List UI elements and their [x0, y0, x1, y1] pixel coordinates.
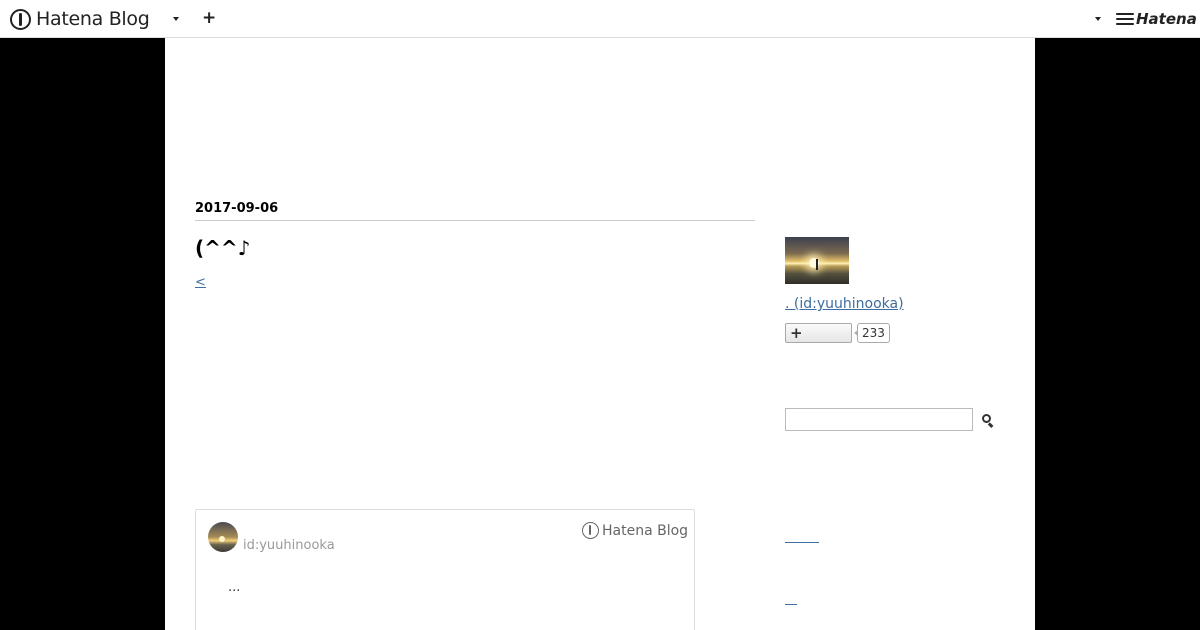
entry-date[interactable]: 2017-09-06 — [195, 201, 278, 216]
brand-name: Hatena Blog — [36, 8, 150, 30]
entry-title[interactable]: (^^♪ — [195, 236, 250, 260]
search-input[interactable] — [785, 408, 973, 431]
card-brand-name: Hatena Blog — [602, 522, 689, 539]
date-divider — [195, 220, 755, 221]
plus-icon: + — [790, 324, 803, 342]
blog-content: 2017-09-06 (^^♪ < id:yuuhinooka Hatena B… — [165, 38, 1035, 630]
hatena-logo-icon — [1116, 12, 1134, 26]
sidebar-link[interactable] — [785, 604, 797, 605]
search-icon[interactable] — [982, 414, 995, 428]
sidebar-link[interactable] — [785, 542, 819, 543]
previous-entry-link[interactable]: < — [195, 275, 206, 290]
hatena-brand-name: Hatena — [1136, 10, 1197, 28]
avatar[interactable] — [208, 522, 238, 552]
follow-button[interactable]: + — [785, 323, 852, 343]
card-user-id[interactable]: id:yuuhinooka — [243, 538, 335, 553]
profile-link[interactable]: . (id:yuuhinooka) — [785, 296, 904, 312]
hatena-blog-home-link[interactable]: Hatena Blog — [10, 7, 150, 31]
follower-count: 233 — [854, 323, 890, 343]
global-header: Hatena Blog + Hatena — [0, 0, 1200, 38]
hatena-blog-logo-icon — [10, 8, 31, 30]
card-brand[interactable]: Hatena Blog — [582, 522, 688, 539]
chevron-down-icon[interactable] — [1095, 17, 1101, 21]
chevron-down-icon[interactable] — [173, 17, 179, 21]
hatena-blog-logo-icon — [582, 522, 599, 539]
card-excerpt: ... — [228, 580, 241, 595]
hatena-home-link[interactable]: Hatena — [1116, 10, 1197, 28]
add-entry-button[interactable]: + — [202, 8, 216, 28]
profile-image[interactable] — [785, 237, 849, 284]
embed-card[interactable]: id:yuuhinooka Hatena Blog ... — [195, 509, 695, 630]
